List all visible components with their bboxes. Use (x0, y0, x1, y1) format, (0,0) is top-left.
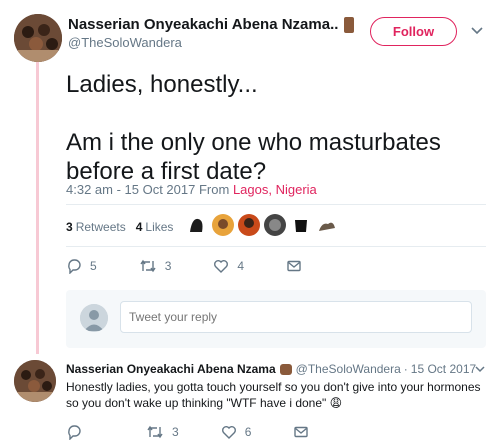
likes-stat[interactable]: 4 Likes (136, 220, 174, 234)
reply-author-handle[interactable]: @TheSoloWandera (296, 362, 401, 376)
heart-icon (221, 426, 236, 439)
envelope-icon (294, 426, 309, 438)
author-avatar[interactable] (14, 14, 62, 62)
likes-label: Likes (145, 220, 174, 234)
like-button[interactable]: 6 (221, 424, 252, 440)
current-user-avatar (80, 304, 108, 332)
like-count: 6 (244, 425, 252, 439)
hand-emoji-icon (343, 17, 354, 34)
liker-avatar[interactable] (290, 214, 312, 236)
retweet-count: 3 (164, 259, 172, 273)
chevron-down-icon[interactable] (470, 24, 484, 38)
tweet-location[interactable]: Lagos, Nigeria (233, 182, 317, 197)
author-handle[interactable]: @TheSoloWandera (68, 35, 182, 50)
reply-composer (66, 290, 486, 348)
author-name-text[interactable]: Nasserian Onyeakachi Abena Nzama.. (68, 16, 338, 33)
liker-avatar[interactable] (186, 214, 208, 236)
like-count: 4 (237, 259, 245, 273)
retweets-label: Retweets (75, 220, 126, 234)
reply-icon (68, 425, 81, 440)
reply-author-avatar[interactable] (14, 360, 56, 402)
tweet-text: Ladies, honestly... Am i the only one wh… (66, 71, 441, 185)
author-name[interactable]: Nasserian Onyeakachi Abena Nzama.. (68, 16, 354, 34)
reply-text-body: Honestly ladies, you gotta touch yoursel… (66, 380, 481, 410)
reply-icon (68, 259, 81, 274)
divider (66, 204, 486, 205)
liker-avatar[interactable] (316, 214, 338, 236)
liker-avatar[interactable] (264, 214, 286, 236)
retweets-count: 3 (66, 220, 73, 234)
heart-icon (214, 260, 229, 273)
retweet-button[interactable]: 3 (139, 258, 172, 274)
chevron-down-icon[interactable] (474, 363, 486, 375)
weary-face-emoji: 😩 (329, 396, 343, 410)
envelope-icon (287, 260, 301, 272)
reply-date[interactable]: 15 Oct 2017 (411, 362, 476, 376)
retweets-stat[interactable]: 3 Retweets (66, 220, 126, 234)
liker-avatar[interactable] (238, 214, 260, 236)
direct-message-button[interactable] (293, 424, 317, 440)
likes-count: 4 (135, 220, 143, 234)
direct-message-button[interactable] (286, 258, 310, 274)
reply-header: Nasserian Onyeakachi Abena Nzama @TheSol… (66, 362, 476, 376)
likers-avatars (186, 214, 342, 236)
retweet-icon (147, 425, 163, 439)
reply-count: 5 (90, 259, 97, 273)
retweet-count: 3 (172, 425, 179, 439)
liker-avatar[interactable] (212, 214, 234, 236)
retweet-icon (140, 259, 156, 273)
tweet-actions: 5 3 4 (66, 258, 352, 274)
separator-dot: · (403, 362, 408, 376)
reply-button[interactable] (66, 424, 90, 440)
follow-button[interactable]: Follow (370, 17, 457, 46)
reply-input[interactable] (120, 301, 472, 333)
reply-text: Honestly ladies, you gotta touch yoursel… (66, 379, 486, 411)
divider (66, 246, 486, 247)
tweet-timestamp: 4:32 am - 15 Oct 2017 From Lagos, Nigeri… (66, 182, 317, 197)
tweet-time[interactable]: 4:32 am - 15 Oct 2017 (66, 182, 195, 197)
reply-actions: 3 6 (66, 424, 359, 440)
from-label: From (198, 182, 230, 197)
retweet-button[interactable]: 3 (146, 424, 179, 440)
like-button[interactable]: 4 (213, 258, 244, 274)
tweet-stats: 3 Retweets 4 Likes (66, 220, 183, 234)
thread-line (36, 58, 39, 354)
reply-author-name[interactable]: Nasserian Onyeakachi Abena Nzama (66, 362, 276, 376)
fist-emoji-icon (279, 363, 292, 375)
reply-button[interactable]: 5 (66, 258, 97, 274)
